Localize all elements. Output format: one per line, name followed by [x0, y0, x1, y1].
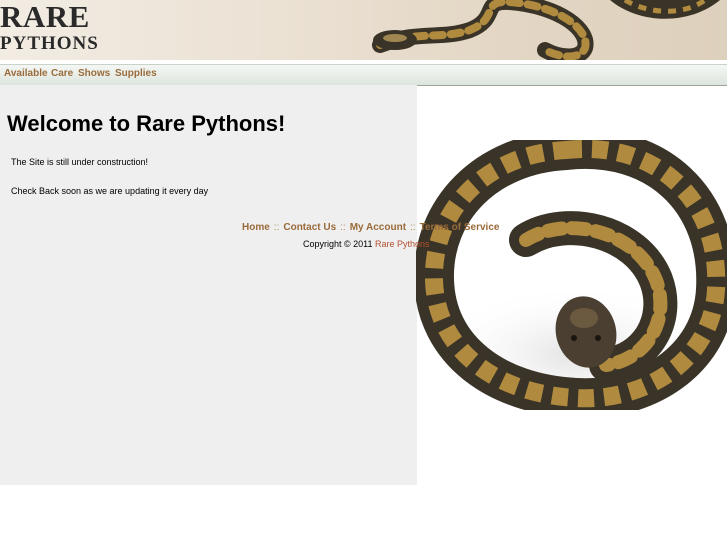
logo-rare[interactable]: RARE [0, 0, 90, 34]
nav-item-care[interactable]: Care [51, 68, 73, 79]
page-title: Welcome to Rare Pythons! [7, 111, 286, 136]
nav-item-available[interactable]: Available [4, 68, 48, 79]
copyright: Copyright © 2011 Rare Pythons [303, 239, 430, 249]
header-snake-image [372, 0, 720, 60]
footer-link-terms[interactable]: Terms of Service [420, 222, 500, 233]
footer-separator: :: [410, 222, 416, 233]
footer-separator: :: [273, 222, 280, 233]
footer-link-my-account[interactable]: My Account [350, 222, 406, 233]
footer-separator: :: [340, 222, 346, 233]
nav-bar: Available Care Shows Supplies [0, 64, 727, 86]
content-panel [0, 85, 417, 485]
nav-item-shows[interactable]: Shows [78, 68, 110, 79]
copyright-link[interactable]: Rare Pythons [375, 239, 430, 249]
footer-link-home[interactable]: Home [242, 222, 270, 233]
ball-python-image [416, 140, 727, 410]
header-banner: RARE PYTHONS [0, 0, 727, 60]
logo-pythons[interactable]: PYTHONS [0, 33, 99, 55]
footer-links: Home:: Contact Us:: My Account:: Terms of S… [242, 222, 499, 233]
nav-item-supplies[interactable]: Supplies [115, 68, 157, 79]
construction-notice: The Site is still under construction! [11, 157, 149, 167]
footer-link-contact-us[interactable]: Contact Us [283, 222, 336, 233]
update-notice: Check Back soon as we are updating it ev… [11, 186, 209, 196]
copyright-text: Copyright © 2011 [303, 239, 373, 249]
